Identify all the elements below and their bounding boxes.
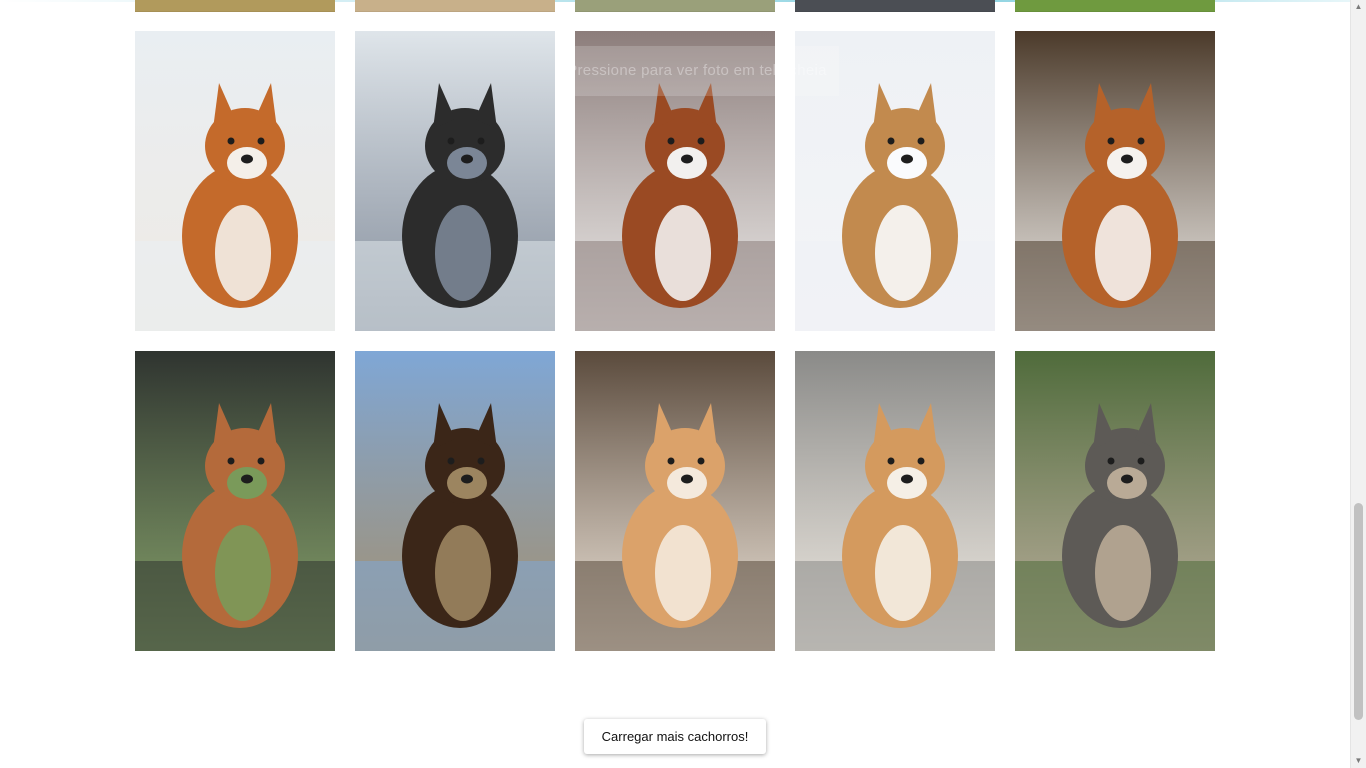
schnauzer-on-rock-photo[interactable] xyxy=(1015,351,1215,651)
photo-strip-4[interactable] xyxy=(795,0,995,12)
scroll-up-arrow-icon[interactable]: ▲ xyxy=(1351,0,1366,14)
shiba-inu-on-bench-photo[interactable] xyxy=(575,351,775,651)
saint-bernard-puppy-on-truck-photo[interactable] xyxy=(135,351,335,651)
fullscreen-hint-overlay: Pressione para ver foto em tela cheia xyxy=(555,46,839,96)
photo-strip-5[interactable] xyxy=(1015,0,1215,12)
border-collie-beware-of-dog-photo-image xyxy=(355,31,555,331)
schnauzer-on-rock-photo-image xyxy=(1015,351,1215,651)
photo-strip-2[interactable] xyxy=(355,0,555,12)
photo-strip-3[interactable] xyxy=(575,0,775,12)
shiba-inu-on-bench-photo-image xyxy=(575,351,775,651)
page-scrollbar[interactable]: ▲ ▼ xyxy=(1350,0,1366,768)
shiba-inu-in-sweater-photo-image xyxy=(795,351,995,651)
saint-bernard-puppy-on-truck-photo-image xyxy=(135,351,335,651)
saint-bernard-in-field-photo[interactable] xyxy=(355,351,555,651)
scrollbar-thumb[interactable] xyxy=(1354,503,1363,720)
photo-strip-1[interactable] xyxy=(135,0,335,12)
kooikerhondje-on-grass-photo[interactable] xyxy=(1015,31,1215,331)
siberian-husky-pair-photo[interactable] xyxy=(135,31,335,331)
dog-photo-gallery: Pressione para ver foto em tela cheia Ca… xyxy=(0,0,1350,768)
load-more-button[interactable]: Carregar mais cachorros! xyxy=(584,719,766,754)
kooikerhondje-on-grass-photo-image xyxy=(1015,31,1215,331)
saint-bernard-in-field-photo-image xyxy=(355,351,555,651)
siberian-husky-pair-photo-image xyxy=(135,31,335,331)
border-collie-beware-of-dog-photo[interactable] xyxy=(355,31,555,331)
scroll-down-arrow-icon[interactable]: ▼ xyxy=(1351,754,1366,768)
shiba-inu-in-sweater-photo[interactable] xyxy=(795,351,995,651)
